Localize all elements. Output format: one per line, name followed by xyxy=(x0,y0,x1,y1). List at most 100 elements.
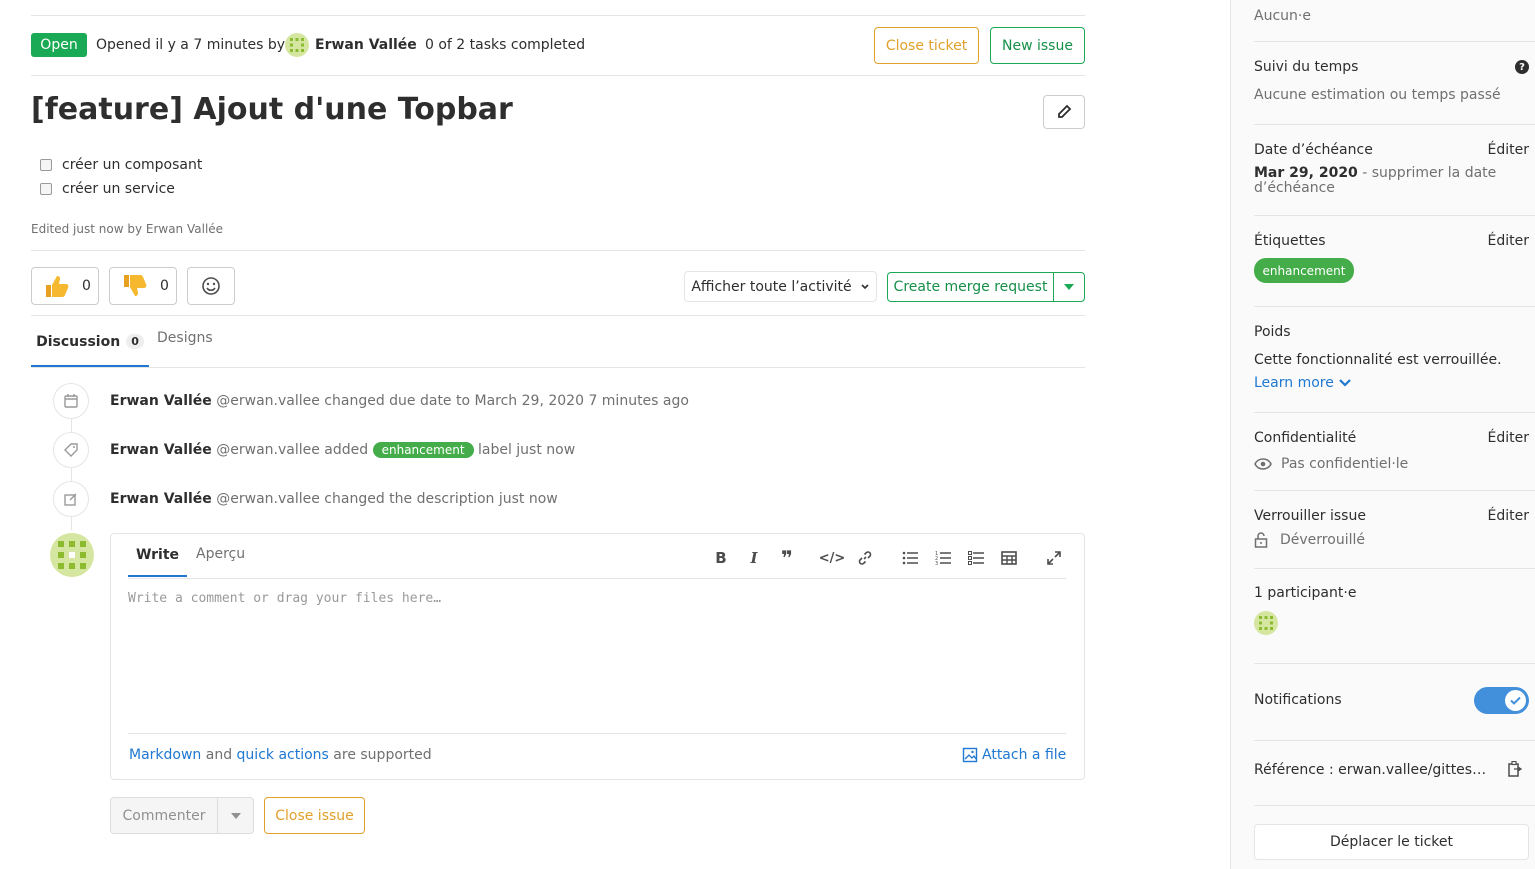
reference-text: Référence : erwan.vallee/gittes… xyxy=(1254,762,1487,778)
timeline-item-due-date: Erwan Vallée @erwan.vallee changed due d… xyxy=(110,393,689,409)
create-merge-request-button[interactable]: Create merge request xyxy=(887,272,1054,302)
image-icon xyxy=(962,747,978,763)
notifications-title: Notifications xyxy=(1254,692,1342,708)
thumbs-down-button[interactable]: 0 xyxy=(109,267,177,305)
code-icon[interactable]: </> xyxy=(819,548,846,568)
and-text: and xyxy=(205,747,233,763)
task-checkbox[interactable] xyxy=(40,159,52,171)
weight-title: Poids xyxy=(1254,324,1291,340)
quote-icon[interactable]: ❞ xyxy=(777,546,797,570)
italic-icon[interactable]: I xyxy=(744,548,764,568)
numbered-list-icon[interactable]: 123 xyxy=(933,548,953,568)
task-label: créer un composant xyxy=(62,157,203,173)
activity-filter-label: Afficher toute l’activité xyxy=(691,278,852,295)
notifications-toggle[interactable] xyxy=(1474,687,1529,714)
comment-submit-button[interactable]: Commenter xyxy=(110,797,218,834)
timeline-action-after: label just now xyxy=(477,442,576,458)
confidentiality-value: Pas confidentiel·le xyxy=(1254,456,1408,472)
bold-icon[interactable]: B xyxy=(711,548,731,568)
due-date-value: Mar 29, 2020 - supprimer la date d’échéa… xyxy=(1254,166,1514,196)
tab-designs[interactable]: Designs xyxy=(157,330,213,346)
timeline-handle[interactable]: @erwan.vallee xyxy=(216,393,320,409)
timeline-author[interactable]: Erwan Vallée xyxy=(110,442,212,458)
quick-actions-link[interactable]: quick actions xyxy=(237,747,329,763)
eye-icon xyxy=(1254,458,1272,470)
author-link[interactable]: Erwan Vallée xyxy=(315,37,417,53)
fullscreen-icon[interactable] xyxy=(1044,548,1064,568)
confidentiality-edit-link[interactable]: Éditer xyxy=(1488,430,1529,446)
thumbs-down-count: 0 xyxy=(160,278,169,294)
confidentiality-title: Confidentialité xyxy=(1254,430,1357,446)
chevron-down-icon xyxy=(1339,379,1351,387)
due-date-edit-link[interactable]: Éditer xyxy=(1488,142,1529,158)
timeline-handle[interactable]: @erwan.vallee xyxy=(216,442,320,458)
task-status: 0 of 2 tasks completed xyxy=(425,37,586,53)
tag-icon xyxy=(53,432,89,468)
thumbs-down-icon xyxy=(124,275,147,296)
caret-down-icon xyxy=(230,812,241,819)
due-date-title: Date d’échéance xyxy=(1254,142,1373,158)
discussion-count-badge: 0 xyxy=(126,334,144,349)
learn-more-link[interactable]: Learn more xyxy=(1254,375,1351,391)
add-reaction-button[interactable] xyxy=(187,267,235,305)
task-item-2: créer un service xyxy=(40,181,175,197)
status-badge: Open xyxy=(31,33,87,57)
question-icon[interactable]: ? xyxy=(1515,60,1529,74)
weight-locked-text: Cette fonctionnalité est verrouillée. xyxy=(1254,352,1502,368)
table-icon[interactable] xyxy=(999,548,1019,568)
timeline-handle[interactable]: @erwan.vallee xyxy=(216,491,320,507)
task-label: créer un service xyxy=(62,181,175,197)
learn-more-label: Learn more xyxy=(1254,375,1334,391)
thumbs-up-button[interactable]: 0 xyxy=(31,267,99,305)
participant-avatar[interactable] xyxy=(1254,611,1278,635)
timeline-item-label: Erwan Vallée @erwan.vallee added enhance… xyxy=(110,442,575,458)
lock-edit-link[interactable]: Éditer xyxy=(1488,508,1529,524)
merge-request-dropdown[interactable] xyxy=(1053,272,1085,302)
timeline-action: changed the description just now xyxy=(324,491,558,507)
lock-text: Déverrouillé xyxy=(1280,532,1365,548)
markdown-hint: Markdown and quick actions are supported xyxy=(129,747,432,763)
close-ticket-button[interactable]: Close ticket xyxy=(874,27,979,64)
edit-title-button[interactable] xyxy=(1043,95,1085,129)
unlock-icon xyxy=(1254,532,1268,548)
copy-icon[interactable] xyxy=(1508,760,1523,777)
current-user-avatar[interactable] xyxy=(50,533,94,577)
label-badge[interactable]: enhancement xyxy=(372,442,474,458)
timeline-item-description: Erwan Vallée @erwan.vallee changed the d… xyxy=(110,491,558,507)
author-avatar[interactable] xyxy=(285,33,309,57)
task-checkbox[interactable] xyxy=(40,183,52,195)
comment-type-dropdown[interactable] xyxy=(217,797,254,834)
check-icon xyxy=(1510,696,1521,705)
attach-file-button[interactable]: Attach a file xyxy=(962,747,1066,763)
link-icon[interactable] xyxy=(855,548,875,568)
comment-textarea[interactable]: Write a comment or drag your files here… xyxy=(128,580,1066,732)
time-tracking-value: Aucune estimation ou temps passé xyxy=(1254,87,1501,103)
checklist-icon[interactable] xyxy=(966,548,986,568)
tab-discussion-label: Discussion xyxy=(36,333,121,350)
pencil-square-icon xyxy=(53,481,89,517)
move-ticket-button[interactable]: Déplacer le ticket xyxy=(1254,824,1529,860)
caret-down-icon xyxy=(1064,284,1074,290)
issue-title: [feature] Ajout d'une Topbar xyxy=(31,92,513,127)
confidentiality-text: Pas confidentiel·le xyxy=(1281,456,1409,472)
sidebar-label-badge[interactable]: enhancement xyxy=(1254,258,1354,283)
thumbs-up-icon xyxy=(46,276,69,297)
assignee-value: Aucun·e xyxy=(1254,8,1311,24)
labels-title: Étiquettes xyxy=(1254,233,1326,249)
smiley-icon xyxy=(202,277,220,295)
close-issue-button[interactable]: Close issue xyxy=(264,797,365,834)
new-issue-button[interactable]: New issue xyxy=(990,27,1085,64)
time-tracking-title: Suivi du temps xyxy=(1254,59,1359,75)
calendar-icon xyxy=(53,383,89,419)
timeline-author[interactable]: Erwan Vallée xyxy=(110,491,212,507)
markdown-link[interactable]: Markdown xyxy=(129,747,201,763)
timeline-author[interactable]: Erwan Vallée xyxy=(110,393,212,409)
bullet-list-icon[interactable] xyxy=(900,548,920,568)
activity-filter-dropdown[interactable]: Afficher toute l’activité xyxy=(684,271,877,302)
edited-note: Edited just now by Erwan Vallée xyxy=(31,222,224,236)
tab-write[interactable]: Write xyxy=(128,534,187,577)
tab-preview[interactable]: Aperçu xyxy=(196,546,245,562)
labels-edit-link[interactable]: Éditer xyxy=(1488,233,1529,249)
tab-discussion[interactable]: Discussion 0 xyxy=(31,318,149,367)
timeline-action: changed due date to March 29, 2020 xyxy=(324,393,584,409)
